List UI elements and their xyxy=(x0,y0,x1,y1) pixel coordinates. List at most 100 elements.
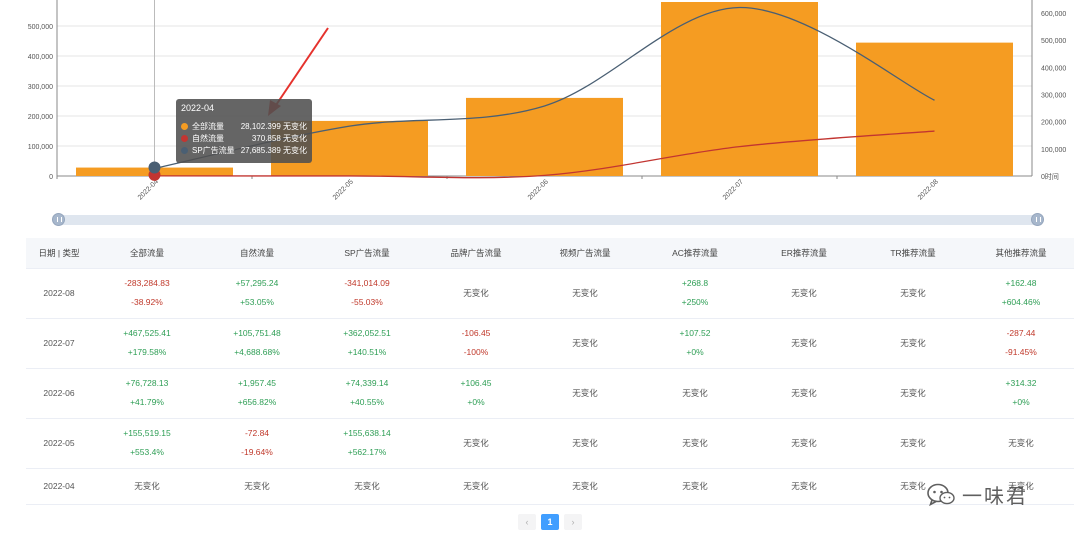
row-date: 2022-07 xyxy=(26,318,92,369)
table-cell: 无变化 xyxy=(530,318,640,369)
slider-track[interactable] xyxy=(58,215,1038,225)
wechat-icon xyxy=(926,482,956,508)
table-cell: 无变化 xyxy=(422,468,530,505)
right-axis-tick-label: 200,000 xyxy=(1041,120,1066,127)
no-change-text: 无变化 xyxy=(244,480,270,491)
right-axis-tick-label: 400,000 xyxy=(1041,65,1066,72)
pagination: ‹ 1 › xyxy=(518,514,582,530)
prev-page-button[interactable]: ‹ xyxy=(518,514,536,530)
tooltip-title: 2022-04 xyxy=(181,103,215,113)
no-change-text: 无变化 xyxy=(463,480,489,491)
no-change-text: 无变化 xyxy=(572,387,598,398)
table-cell: 无变化 xyxy=(858,418,968,469)
no-change-text: 无变化 xyxy=(791,287,817,298)
change-percent: +4,688.68% xyxy=(234,347,280,357)
change-percent: +604.46% xyxy=(1001,297,1041,307)
table-cell: 无变化 xyxy=(530,468,640,505)
slider-handle-left[interactable] xyxy=(52,213,65,226)
table-cell: +106.45 +0% xyxy=(422,368,530,419)
table-row: 2022-07 +467,525.41 +179.58% +105,751.48 +4,… xyxy=(26,318,1074,369)
change-value: +1,957.45 xyxy=(237,378,277,388)
annotation-arrow-shaft xyxy=(273,27,329,109)
table-cell: 无变化 xyxy=(858,318,968,369)
column-header: 其他推荐流量 xyxy=(968,238,1074,269)
table-cell: 无变化 xyxy=(968,418,1074,469)
tooltip-series-value: 370.858 无变化 xyxy=(251,133,307,143)
change-percent: +656.82% xyxy=(237,397,277,407)
no-change-text: 无变化 xyxy=(572,437,598,448)
change-value: +76,728.13 xyxy=(125,378,169,388)
left-axis-tick-label: 200,000 xyxy=(28,114,53,121)
no-change-text: 无变化 xyxy=(682,437,708,448)
no-change-text: 无变化 xyxy=(791,337,817,348)
page-number-button[interactable]: 1 xyxy=(541,514,559,530)
change-percent: +562.17% xyxy=(347,447,387,457)
table-cell: 无变化 xyxy=(202,468,312,505)
change-percent: -91.45% xyxy=(1005,347,1037,357)
change-value: +155,519.15 xyxy=(123,428,171,438)
table-cell: 无变化 xyxy=(92,468,202,505)
x-axis-tick-label: 2022-05 xyxy=(332,178,355,201)
x-axis-tick-label: 2022-08 xyxy=(917,178,940,201)
change-percent: +0% xyxy=(467,397,485,407)
no-change-text: 无变化 xyxy=(572,480,598,491)
table-cell: -287.44 -91.45% xyxy=(968,318,1074,369)
change-value: +57,295.24 xyxy=(235,278,279,288)
change-percent: +53.05% xyxy=(240,297,274,307)
table-cell: 无变化 xyxy=(858,368,968,419)
change-value: +105,751.48 xyxy=(233,328,281,338)
x-axis-tick-label: 2022-07 xyxy=(722,178,745,201)
change-percent: -100% xyxy=(463,347,489,357)
right-axis-tick-label: 500,000 xyxy=(1041,38,1066,45)
no-change-text: 无变化 xyxy=(791,480,817,491)
column-header: TR推荐流量 xyxy=(858,238,968,269)
change-percent: -55.03% xyxy=(351,297,383,307)
tooltip-series-value: 27,685.389 无变化 xyxy=(240,145,307,155)
table-cell: 无变化 xyxy=(312,468,422,505)
watermark-text: 一味君 xyxy=(962,484,1028,508)
change-value: -341,014.09 xyxy=(344,278,390,288)
left-axis-tick-label: 100,000 xyxy=(28,144,53,151)
chart-svg: 0 100,000 200,000 300,000 400,000 500,000 0时间 1… xyxy=(28,0,1066,202)
table-cell: -341,014.09 -55.03% xyxy=(312,268,422,319)
change-value: +362,052.51 xyxy=(343,328,391,338)
change-value: -283,284.83 xyxy=(124,278,170,288)
table-cell: 无变化 xyxy=(750,318,858,369)
table-body: 2022-08 -283,284.83 -38.92% +57,295.24 +53.0… xyxy=(26,268,1074,505)
change-value: -106.45 xyxy=(461,328,491,338)
change-percent: +40.55% xyxy=(350,397,384,407)
right-axis-tick-label: 600,000 xyxy=(1041,11,1066,18)
next-page-button[interactable]: › xyxy=(564,514,582,530)
row-date: 2022-05 xyxy=(26,418,92,469)
table-cell: +74,339.14 +40.55% xyxy=(312,368,422,419)
no-change-text: 无变化 xyxy=(354,480,380,491)
change-value: +74,339.14 xyxy=(345,378,389,388)
table-cell: +57,295.24 +53.05% xyxy=(202,268,312,319)
change-value: +268.8 xyxy=(681,278,709,288)
column-header: ER推荐流量 xyxy=(750,238,858,269)
table-cell: +314.32 +0% xyxy=(968,368,1074,419)
change-percent: +179.58% xyxy=(127,347,167,357)
row-date: 2022-06 xyxy=(26,368,92,419)
left-axis-tick-label: 400,000 xyxy=(28,54,53,61)
left-axis-tick-label: 0 xyxy=(49,174,53,181)
slider-handle-right[interactable] xyxy=(1031,213,1044,226)
table-header-row: 日期 | 类型 全部流量 自然流量 SP广告流量 品牌广告流量 视频广告流量 AC推荐流量 E… xyxy=(26,238,1074,269)
change-percent: -38.92% xyxy=(131,297,163,307)
data-zoom-slider[interactable] xyxy=(52,212,1044,228)
traffic-data-table: 日期 | 类型 全部流量 自然流量 SP广告流量 品牌广告流量 视频广告流量 AC推荐流量 E… xyxy=(26,238,1074,505)
table-row: 2022-08 -283,284.83 -38.92% +57,295.24 +53.0… xyxy=(26,268,1074,319)
table-cell: +107.52 +0% xyxy=(640,318,750,369)
table-cell: 无变化 xyxy=(640,418,750,469)
no-change-text: 无变化 xyxy=(791,387,817,398)
watermark: 一味君 xyxy=(926,480,1028,509)
table-cell: 无变化 xyxy=(640,468,750,505)
x-axis-tick-label: 2022-04 xyxy=(137,178,160,201)
change-value: +314.32 xyxy=(1005,378,1037,388)
table-cell: 无变化 xyxy=(422,268,530,319)
tooltip-dot xyxy=(181,134,188,142)
no-change-text: 无变化 xyxy=(463,437,489,448)
table-cell: 无变化 xyxy=(858,268,968,319)
bar xyxy=(661,2,818,176)
bar xyxy=(856,42,1013,176)
